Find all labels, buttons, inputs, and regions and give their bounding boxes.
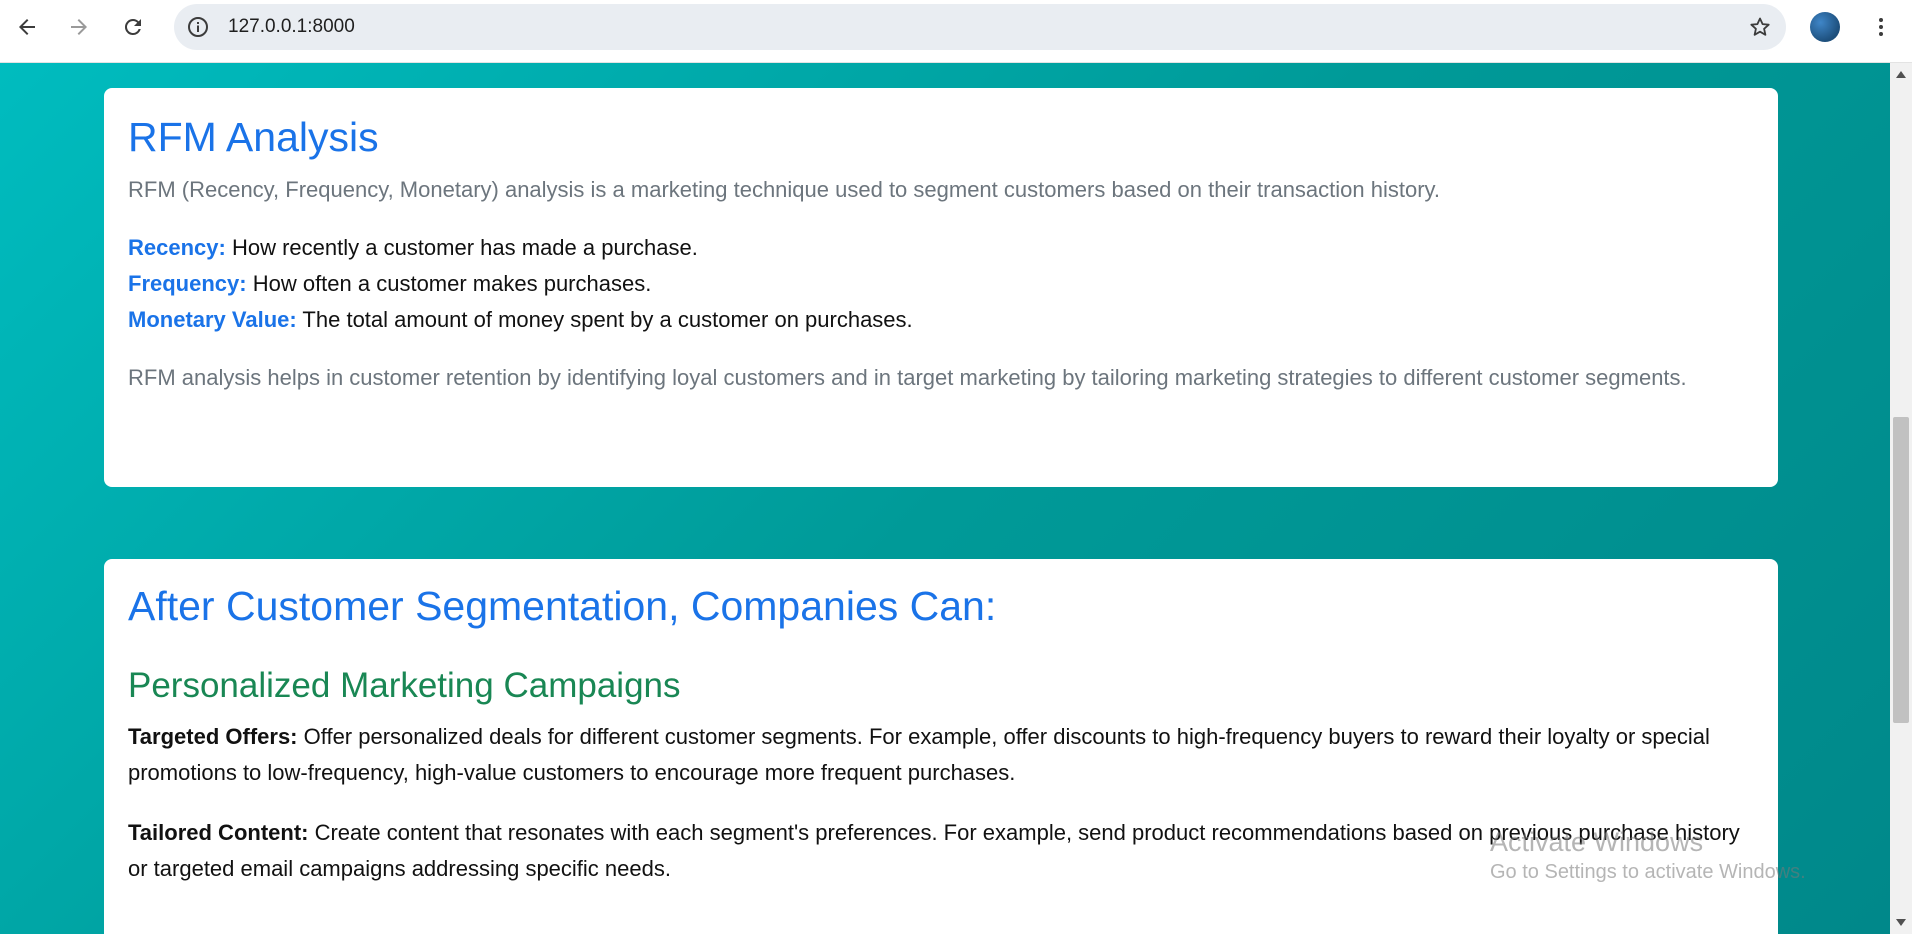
definition-recency: Recency: How recently a customer has mad…	[128, 230, 1754, 266]
more-menu-button[interactable]	[1866, 12, 1896, 42]
address-bar[interactable]: 127.0.0.1:8000	[174, 4, 1786, 50]
definition-term: Recency:	[128, 235, 226, 260]
paragraph-term: Tailored Content:	[128, 820, 309, 845]
bookmark-star-icon[interactable]	[1748, 15, 1772, 39]
definition-text: How often a customer makes purchases.	[246, 271, 652, 296]
back-button[interactable]	[10, 10, 44, 44]
rfm-outro: RFM analysis helps in customer retention…	[128, 365, 1687, 390]
rfm-analysis-card: RFM Analysis RFM (Recency, Frequency, Mo…	[104, 88, 1778, 487]
scrollbar-thumb[interactable]	[1893, 417, 1909, 723]
back-arrow-icon	[19, 19, 35, 35]
scroll-up-arrow-icon[interactable]	[1896, 71, 1906, 78]
site-info-icon[interactable]	[186, 15, 210, 39]
definition-term: Frequency:	[128, 271, 247, 296]
rfm-intro: RFM (Recency, Frequency, Monetary) analy…	[128, 177, 1441, 202]
reload-icon	[124, 18, 141, 35]
rfm-title: RFM Analysis	[128, 114, 379, 160]
paragraph-term: Targeted Offers:	[128, 724, 298, 749]
url-text[interactable]: 127.0.0.1:8000	[228, 4, 355, 50]
definition-text: The total amount of money spent by a cus…	[296, 307, 913, 332]
scroll-down-arrow-icon[interactable]	[1896, 919, 1906, 926]
browser-toolbar: 127.0.0.1:8000	[0, 0, 1912, 63]
section-subtitle: Personalized Marketing Campaigns	[128, 666, 681, 705]
profile-avatar[interactable]	[1810, 12, 1840, 42]
more-menu-icon	[1879, 18, 1883, 36]
forward-arrow-icon	[71, 19, 87, 35]
reload-button[interactable]	[116, 10, 150, 44]
watermark-subtitle: Go to Settings to activate Windows.	[1490, 861, 1806, 883]
watermark-title: Activate Windows	[1490, 827, 1704, 857]
page-viewport: RFM Analysis RFM (Recency, Frequency, Mo…	[0, 63, 1890, 934]
definition-term: Monetary Value:	[128, 307, 297, 332]
definition-frequency: Frequency: How often a customer makes pu…	[128, 266, 1754, 302]
rfm-definitions: Recency: How recently a customer has mad…	[128, 230, 1754, 338]
segmentation-title: After Customer Segmentation, Companies C…	[128, 583, 997, 629]
forward-button[interactable]	[62, 10, 96, 44]
paragraph-text: Offer personalized deals for different c…	[128, 724, 1710, 785]
targeted-offers-paragraph: Targeted Offers: Offer personalized deal…	[128, 719, 1754, 791]
definition-monetary-value: Monetary Value: The total amount of mone…	[128, 302, 1754, 338]
vertical-scrollbar[interactable]	[1890, 63, 1912, 934]
definition-text: How recently a customer has made a purch…	[225, 235, 698, 260]
activate-windows-watermark: Activate Windows Go to Settings to activ…	[1490, 826, 1806, 886]
